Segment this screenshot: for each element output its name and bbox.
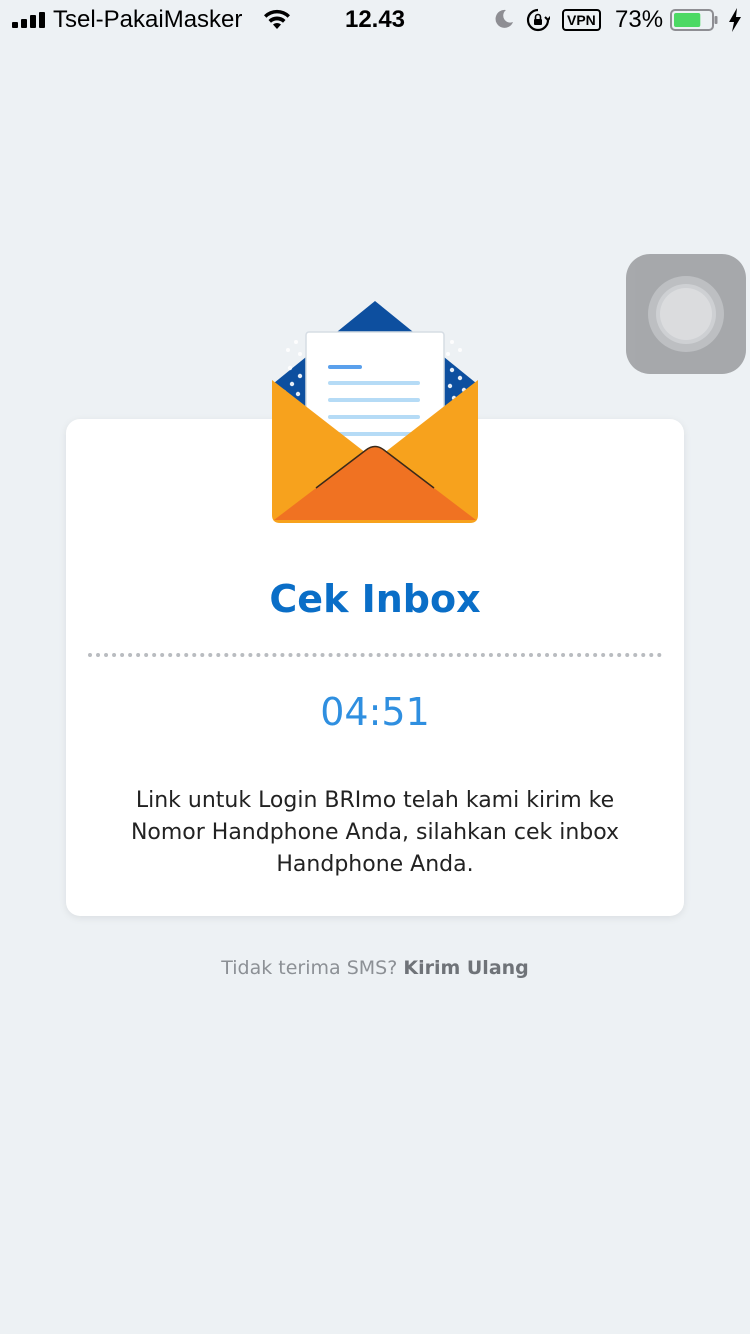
rotation-lock-icon bbox=[526, 8, 550, 32]
resend-link[interactable]: Kirim Ulang bbox=[403, 957, 528, 979]
assistive-touch-core bbox=[660, 288, 712, 340]
vpn-badge: VPN bbox=[562, 9, 601, 31]
instruction-message: Link untuk Login BRImo telah kami kirim … bbox=[130, 788, 620, 877]
resend-prompt: Tidak terima SMS? bbox=[221, 957, 404, 979]
assistive-touch-button[interactable] bbox=[626, 254, 746, 374]
status-bar: Tsel-PakaiMasker 12.43 VPN 73% bbox=[0, 0, 750, 40]
resend-sms-row: Tidak terima SMS? Kirim Ulang bbox=[0, 957, 750, 979]
page-title: Cek Inbox bbox=[269, 577, 481, 621]
moon-icon bbox=[495, 9, 513, 28]
battery-percent: 73% bbox=[615, 6, 664, 33]
dotted-divider bbox=[88, 653, 662, 657]
open-envelope-icon bbox=[272, 301, 478, 523]
countdown-timer: 04:51 bbox=[320, 690, 430, 734]
battery-icon bbox=[670, 9, 718, 31]
charging-bolt-icon bbox=[729, 8, 741, 32]
